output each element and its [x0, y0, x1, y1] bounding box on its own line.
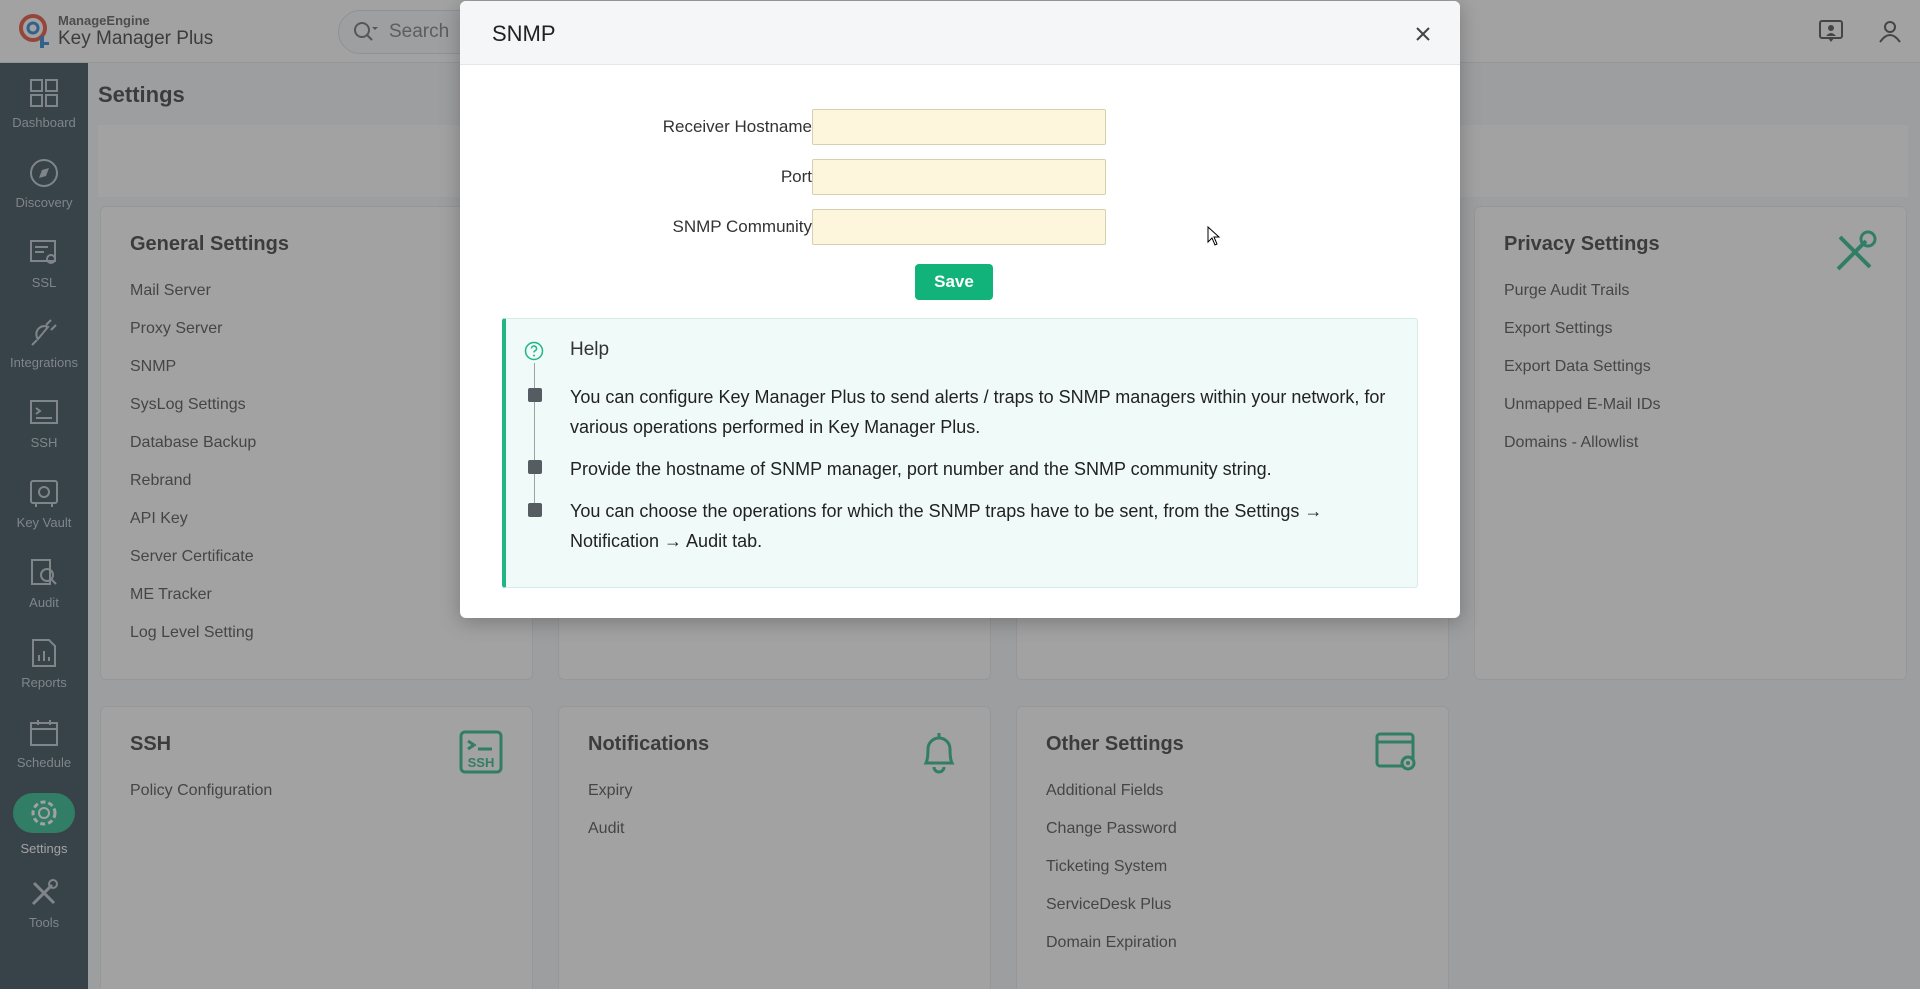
receiver-hostname-input[interactable]: [812, 109, 1106, 145]
question-circle-icon: [524, 341, 544, 361]
help-bullet: [528, 503, 542, 517]
field-colon: :: [788, 217, 793, 236]
port-row: Port :: [460, 159, 1460, 195]
dialog-title: SNMP: [492, 21, 556, 46]
port-input[interactable]: [812, 159, 1106, 195]
help-timeline: [534, 363, 535, 513]
save-button[interactable]: Save: [915, 264, 993, 300]
field-colon: :: [788, 167, 793, 186]
help-bullet: [528, 388, 542, 402]
help-item: Provide the hostname of SNMP manager, po…: [570, 459, 1272, 479]
dialog-header: SNMP: [460, 1, 1460, 65]
mouse-cursor-icon: [1207, 226, 1221, 246]
help-panel: Help You can configure Key Manager Plus …: [502, 318, 1418, 588]
field-colon: :: [788, 117, 793, 136]
receiver-hostname-row: Receiver Hostname :: [460, 109, 1460, 145]
help-item: You can configure Key Manager Plus to se…: [570, 387, 1386, 437]
close-icon[interactable]: [1414, 25, 1432, 43]
help-item: You can choose the operations for which …: [570, 501, 1323, 551]
port-label: Port: [780, 167, 812, 186]
snmp-community-row: SNMP Community :: [460, 209, 1460, 245]
snmp-community-input[interactable]: [812, 209, 1106, 245]
help-bullet: [528, 460, 542, 474]
help-title: Help: [570, 339, 610, 360]
snmp-dialog: SNMP Receiver Hostname : Port : SNMP Com…: [460, 1, 1460, 618]
